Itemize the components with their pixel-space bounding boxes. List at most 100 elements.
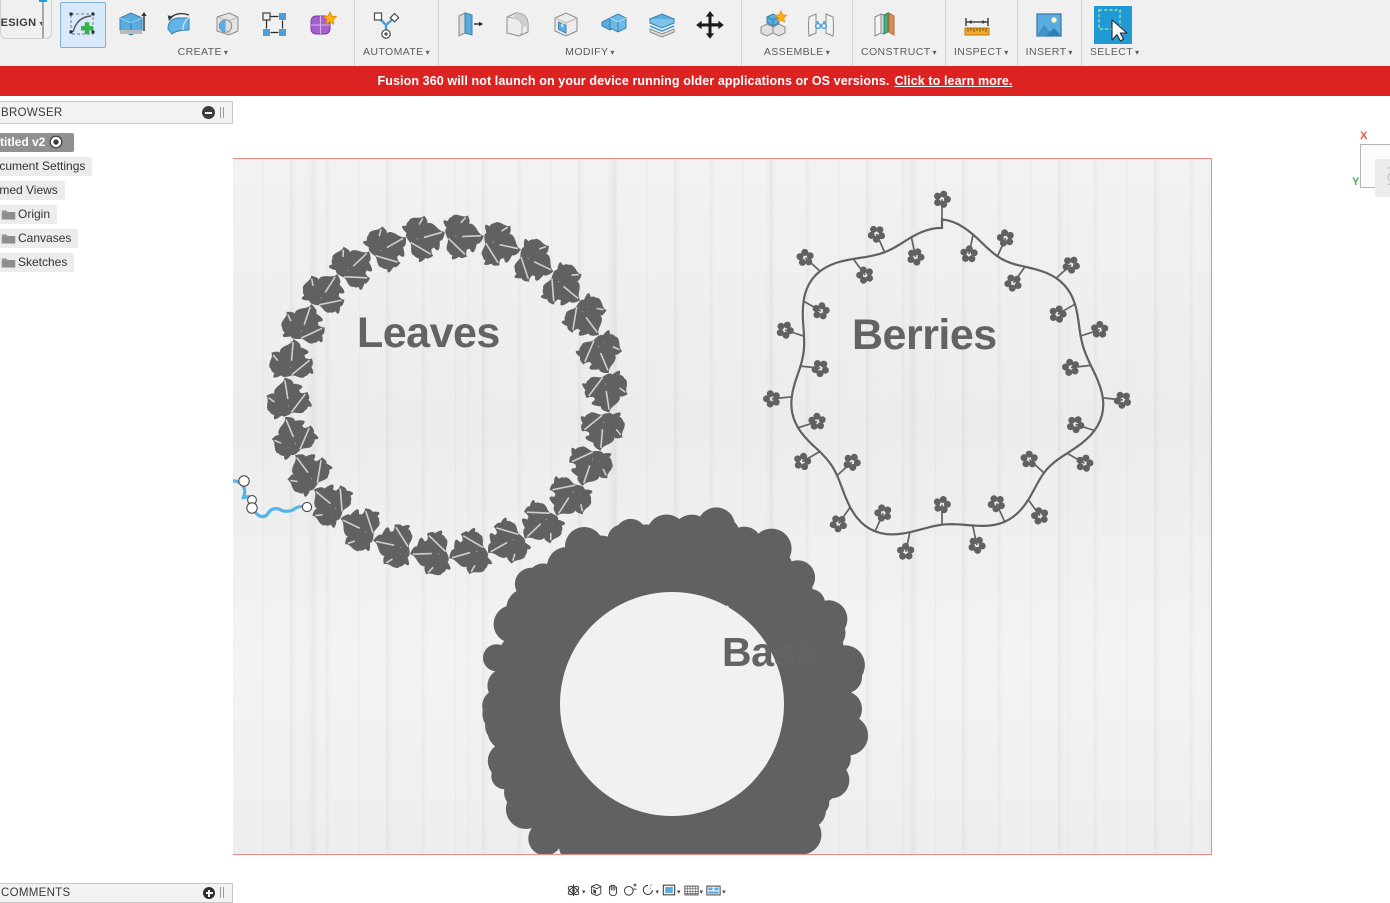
orbit-button[interactable]: ▾ <box>565 883 587 901</box>
berry <box>1006 231 1014 239</box>
zoom-button[interactable] <box>622 883 639 902</box>
berry <box>1116 391 1124 399</box>
viewport[interactable]: Leaves Berries Base <box>233 96 1390 901</box>
banner-learn-more-link[interactable]: Click to learn more. <box>894 74 1012 88</box>
berry <box>820 360 828 368</box>
chevron-down-icon: ▾ <box>825 48 831 57</box>
spline-point[interactable] <box>246 502 258 514</box>
berry <box>1049 314 1057 321</box>
create-form-button[interactable] <box>300 2 346 48</box>
berry <box>1062 263 1070 271</box>
berry <box>940 190 948 198</box>
toolbar-panel-select: SELECT ▾ <box>1080 0 1148 66</box>
browser-item-label: Untitled v2 <box>0 134 46 149</box>
workspace-switcher[interactable]: DESIGN▾ <box>0 0 52 39</box>
fillet-button[interactable] <box>495 2 541 48</box>
revolve-button[interactable] <box>156 2 202 48</box>
view-cube-face-top[interactable]: TOP <box>1375 159 1390 197</box>
viewports-button[interactable]: ▾ <box>705 884 727 901</box>
joint-button[interactable] <box>798 2 844 48</box>
new-component-button[interactable] <box>750 2 796 48</box>
berry <box>1006 238 1014 246</box>
add-comment-button[interactable] <box>203 887 215 899</box>
display-settings-button[interactable]: ▾ <box>661 884 682 901</box>
view-cube-box[interactable]: TOP <box>1360 144 1390 197</box>
browser-item-hit[interactable]: Sketches <box>0 252 75 272</box>
pan-button[interactable] <box>605 884 621 901</box>
view-cube[interactable]: X Y TOP <box>1352 130 1390 197</box>
insert-canvas-button[interactable] <box>1026 2 1072 48</box>
automate-icon <box>373 12 400 39</box>
berry <box>1124 398 1131 406</box>
berries-label: Berries <box>852 311 997 359</box>
browser-item-sketches[interactable]: Sketches <box>0 250 233 274</box>
browser-item-named-views[interactable]: Named Views <box>0 178 233 202</box>
sweep-button[interactable] <box>204 2 250 48</box>
joint-icon <box>808 13 834 37</box>
move-copy-button[interactable] <box>687 2 733 48</box>
berry <box>844 454 852 462</box>
berry <box>872 235 880 243</box>
visibility-toggle[interactable] <box>45 133 67 152</box>
berry <box>806 252 814 260</box>
panel-drag-handle[interactable] <box>220 887 228 899</box>
berry <box>970 249 978 257</box>
warning-banner: Fusion 360 will not launch on your devic… <box>0 66 1390 96</box>
browser-item-untitled-v2[interactable]: Untitled v2 <box>0 130 233 154</box>
berry <box>1096 320 1104 328</box>
create-form-icon <box>310 11 338 35</box>
collapse-button[interactable] <box>202 106 215 119</box>
measure-button[interactable] <box>954 2 1000 48</box>
chevron-down-icon[interactable]: ▾ <box>700 889 704 896</box>
insert-image-icon <box>1036 13 1062 37</box>
look-at-button[interactable] <box>588 883 604 901</box>
toolbar-panel-insert: INSERT ▾ <box>1016 0 1081 66</box>
browser-tree: Untitled v2 Document Settings Named Views O… <box>0 124 233 274</box>
base-inner-hole <box>560 592 784 816</box>
zoom-plus-minus-icon <box>623 883 638 902</box>
berry <box>865 268 873 276</box>
panel-scrollbar[interactable] <box>39 0 47 38</box>
browser-item-document-settings[interactable]: Document Settings <box>0 154 233 178</box>
select-button[interactable] <box>1090 2 1136 48</box>
combine-button[interactable] <box>591 2 637 48</box>
browser-item-hit[interactable]: Canvases <box>0 228 79 248</box>
browser-item-hit[interactable]: Origin <box>0 204 58 224</box>
browser-item-hit[interactable]: Named Views <box>0 180 65 200</box>
shell-icon <box>554 12 578 37</box>
offset-face-button[interactable] <box>639 2 685 48</box>
spline-point[interactable] <box>301 501 313 513</box>
pattern-button[interactable] <box>252 2 298 48</box>
browser-item-hit[interactable]: Untitled v2 <box>0 132 75 152</box>
berry <box>907 256 915 263</box>
display-settings-icon <box>662 883 676 902</box>
canvas-image[interactable]: Leaves Berries Base <box>233 158 1212 855</box>
fit-button[interactable]: ▾ <box>640 884 661 901</box>
berry <box>908 249 916 257</box>
berry <box>978 542 986 550</box>
browser-item-hit[interactable]: Document Settings <box>0 156 93 176</box>
chevron-down-icon[interactable]: ▾ <box>582 889 586 896</box>
automate-button[interactable] <box>363 2 409 48</box>
construct-plane-button[interactable] <box>861 2 907 48</box>
press-pull-button[interactable] <box>447 2 493 48</box>
create-sketch-button[interactable] <box>60 2 106 48</box>
chevron-down-icon[interactable]: ▾ <box>656 889 660 896</box>
berry <box>1022 460 1030 468</box>
extrude-button[interactable] <box>108 2 154 48</box>
spline-point[interactable] <box>238 475 250 487</box>
extrude-icon <box>119 12 147 36</box>
vine <box>790 217 1105 536</box>
berry <box>969 537 977 545</box>
berry <box>1049 307 1057 315</box>
chevron-down-icon[interactable]: ▾ <box>722 889 726 896</box>
grid-snaps-button[interactable]: ▾ <box>683 884 705 901</box>
berry <box>1007 274 1015 282</box>
base-tuft <box>483 644 511 672</box>
shell-button[interactable] <box>543 2 589 48</box>
panel-drag-handle[interactable] <box>220 106 228 119</box>
chevron-down-icon[interactable]: ▾ <box>677 889 681 896</box>
browser-item-origin[interactable]: Origin <box>0 202 233 226</box>
browser-item-canvases[interactable]: Canvases <box>0 226 233 250</box>
active-spline-sketch[interactable] <box>233 469 409 589</box>
